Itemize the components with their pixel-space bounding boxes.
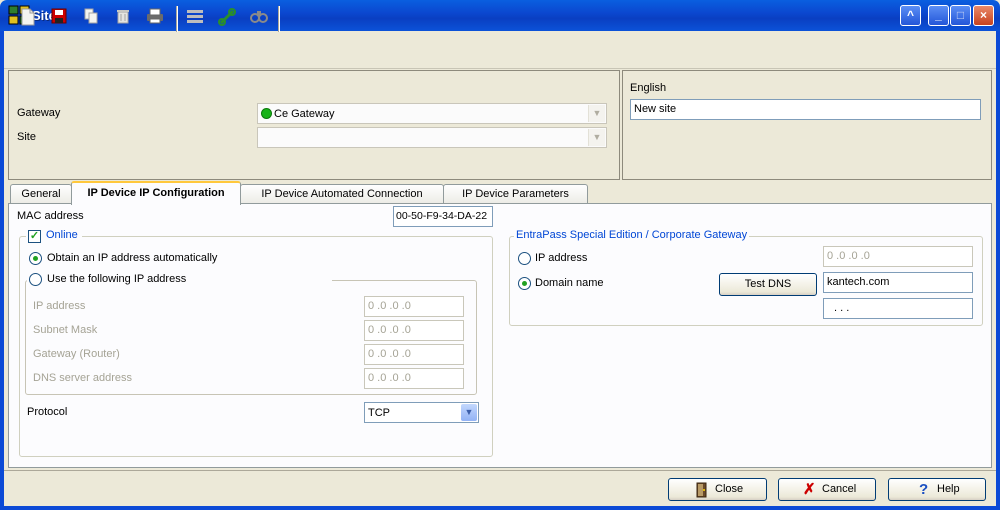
online-checkbox[interactable]: ✓ [28,230,41,243]
domain-name-field[interactable]: kantech.com [823,272,973,293]
help-icon[interactable]: ^ [900,5,921,26]
gateway-router-label: Gateway (Router) [33,348,120,360]
tab-ip-device-automated-connection[interactable]: IP Device Automated Connection [240,184,444,204]
mac-address-label: MAC address [17,210,84,222]
status-dot-icon [261,108,272,119]
subnet-mask-field[interactable]: 0 .0 .0 .0 [364,320,464,341]
online-label: Online [46,229,78,241]
language-label: English [630,82,667,94]
save-icon[interactable] [48,8,70,30]
gateway-label: Gateway [17,107,61,119]
minimize-icon[interactable]: _ [928,5,949,26]
dns-server-field[interactable]: 0 .0 .0 .0 [364,368,464,389]
link-icon[interactable] [216,8,238,30]
close-icon[interactable]: × [973,5,994,26]
obtain-auto-label: Obtain an IP address automatically [47,252,218,264]
protocol-select[interactable]: TCP ▼ [364,402,479,423]
entrapass-group-label: EntraPass Special Edition / Corporate Ga… [514,229,750,241]
language-panel [622,70,992,180]
close-button-label: Close [715,483,744,495]
header-panel [8,70,620,180]
chevron-down-icon[interactable]: ▼ [588,129,605,146]
x-icon: ✗ [803,481,816,498]
close-button[interactable]: Close [668,478,767,501]
cancel-button-label: Cancel [822,483,857,495]
toolbar-separator [278,6,280,32]
chevron-down-icon[interactable]: ▼ [588,105,605,122]
gateway-select[interactable]: Ce Gateway ▼ [257,103,607,124]
domain-name-radio[interactable] [518,277,531,290]
window-frame-right [996,31,1000,510]
site-name-input[interactable]: New site [630,99,981,120]
static-ip-field[interactable]: 0 .0 .0 .0 [364,296,464,317]
help-button[interactable]: ? Help [888,478,986,501]
protocol-select-value: TCP [368,407,390,419]
use-following-label: Use the following IP address [47,273,187,285]
tab-ip-device-parameters[interactable]: IP Device Parameters [443,184,588,204]
find-icon[interactable] [248,8,270,30]
toolbar-separator [176,6,178,32]
window-frame-left [0,31,4,510]
static-ip-label: IP address [33,300,86,312]
print-icon[interactable] [144,8,166,30]
use-following-radio[interactable] [29,273,42,286]
question-icon: ? [919,481,929,498]
door-icon [695,482,709,506]
cancel-button[interactable]: ✗ Cancel [778,478,876,501]
help-button-label: Help [937,483,960,495]
tab-ip-device-ip-configuration[interactable]: IP Device IP Configuration [71,181,241,205]
new-icon[interactable] [17,8,39,30]
toolbar [4,31,996,69]
tab-general[interactable]: General [10,184,72,204]
obtain-auto-radio[interactable] [29,252,42,265]
mac-address-field[interactable]: 00-50-F9-34-DA-22 [393,206,493,227]
dns-server-label: DNS server address [33,372,133,384]
chevron-down-icon[interactable]: ▼ [461,404,477,421]
test-dns-button[interactable]: Test DNS [719,273,817,296]
domain-name-label: Domain name [535,277,604,289]
site-select[interactable]: ▼ [257,127,607,148]
gateway-router-field[interactable]: 0 .0 .0 .0 [364,344,464,365]
entrapass-ip-radio[interactable] [518,252,531,265]
maximize-icon[interactable]: □ [950,5,971,26]
entrapass-ip-label: IP address [535,252,588,264]
window-frame-bottom [0,506,1000,510]
protocol-label: Protocol [27,406,68,418]
subnet-mask-label: Subnet Mask [33,324,98,336]
copy-icon[interactable] [80,8,102,30]
entrapass-ip-field[interactable]: 0 .0 .0 .0 [823,246,973,267]
delete-icon[interactable] [112,8,134,30]
resolved-ip-field[interactable]: . . . [823,298,973,319]
gateway-select-value: Ce Gateway [274,108,335,120]
site-label: Site [17,131,36,143]
list-icon[interactable] [184,8,206,30]
